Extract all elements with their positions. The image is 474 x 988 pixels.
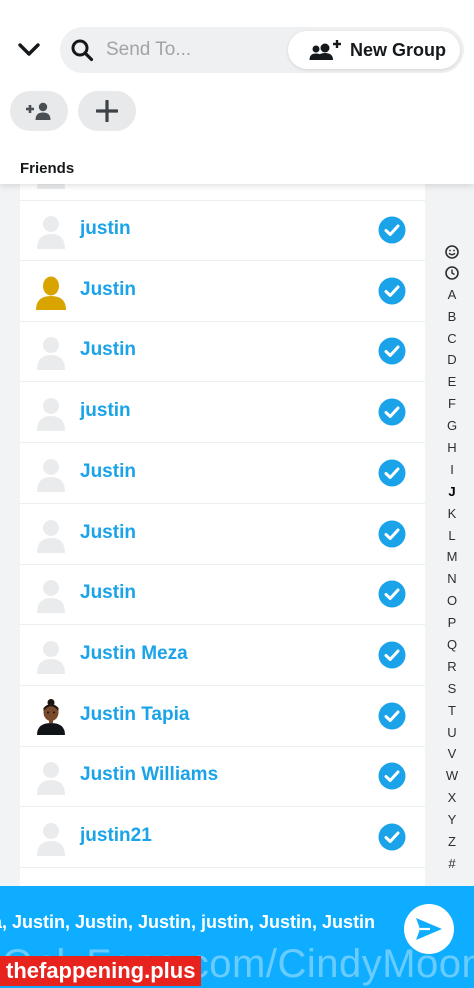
header: New Group Friends <box>0 0 474 184</box>
checkmark-icon[interactable] <box>378 823 406 851</box>
search-input[interactable] <box>106 36 286 64</box>
friend-row[interactable]: justin21 <box>20 807 425 868</box>
checkmark-icon[interactable] <box>378 580 406 608</box>
index-letter[interactable]: G <box>440 415 464 437</box>
index-letter[interactable]: I <box>440 459 464 481</box>
friend-row[interactable]: Justin Meza <box>20 625 425 686</box>
index-letter[interactable]: R <box>440 656 464 678</box>
friend-name: Justin <box>80 279 136 300</box>
friend-row[interactable]: justin <box>20 200 425 261</box>
default-avatar-icon <box>37 520 65 553</box>
default-avatar-icon <box>37 216 65 249</box>
index-letter-active[interactable]: J <box>440 481 464 503</box>
selected-recipients-text: a, Justin, Justin, Justin, justin, Justi… <box>0 912 376 932</box>
checkmark-icon[interactable] <box>378 216 406 244</box>
new-group-label: New Group <box>350 39 447 60</box>
friend-name: Justin <box>80 522 136 543</box>
gold-silhouette-avatar-icon <box>36 276 66 310</box>
friend-row[interactable]: Justin <box>20 564 425 625</box>
default-avatar-icon <box>37 337 65 370</box>
send-arrow-icon <box>416 918 442 940</box>
friend-name: Justin <box>80 461 136 482</box>
friend-name: justin21 <box>80 825 152 846</box>
index-letter[interactable]: Y <box>440 809 464 831</box>
index-letter[interactable]: Z <box>440 831 464 853</box>
checkmark-icon[interactable] <box>378 277 406 305</box>
checkmark-icon[interactable] <box>378 702 406 730</box>
friend-row[interactable]: Justin <box>20 321 425 382</box>
default-avatar-icon <box>37 459 65 492</box>
default-avatar-icon <box>37 762 65 795</box>
checkmark-icon[interactable] <box>378 459 406 487</box>
alphabet-index[interactable]: A B C D E F G H I J K L M N O P Q R S T … <box>440 240 464 875</box>
watermark-badge: thefappening.plus <box>0 956 202 986</box>
default-avatar-icon <box>37 398 65 431</box>
friend-name: Justin <box>80 582 136 603</box>
friend-name: Justin <box>80 339 136 360</box>
index-letter[interactable]: M <box>440 546 464 568</box>
index-letter[interactable]: V <box>440 743 464 765</box>
friend-name: Justin Meza <box>80 643 188 664</box>
index-letter[interactable]: # <box>440 853 464 875</box>
add-friend-button[interactable] <box>10 91 68 131</box>
index-letter[interactable]: C <box>440 328 464 350</box>
index-letter[interactable]: L <box>440 525 464 547</box>
selected-recipients: a, Justin, Justin, Justin, justin, Justi… <box>0 912 400 933</box>
index-letter[interactable]: F <box>440 393 464 415</box>
clock-icon[interactable] <box>440 262 464 284</box>
search-bar[interactable]: New Group <box>60 27 464 73</box>
friend-row[interactable]: justin <box>20 382 425 443</box>
friend-name: Justin Tapia <box>80 704 190 725</box>
bitmoji-avatar-icon <box>37 699 65 735</box>
back-chevron-button[interactable] <box>12 34 46 66</box>
index-letter[interactable]: A <box>440 284 464 306</box>
checkmark-icon[interactable] <box>378 762 406 790</box>
friends-section-label: Friends <box>20 160 75 177</box>
friend-name: Justin Williams <box>80 764 219 785</box>
index-letter[interactable]: W <box>440 765 464 787</box>
index-letter[interactable]: Q <box>440 634 464 656</box>
index-letter[interactable]: K <box>440 503 464 525</box>
friend-row[interactable]: Justin Williams <box>20 746 425 807</box>
friend-row-partial[interactable] <box>20 184 425 201</box>
index-letter[interactable]: U <box>440 722 464 744</box>
add-button[interactable] <box>78 91 136 131</box>
chevron-down-icon <box>18 43 40 56</box>
default-avatar-icon <box>37 823 65 856</box>
add-friend-icon <box>26 102 51 120</box>
default-avatar-icon <box>37 641 65 674</box>
default-avatar-icon <box>37 184 65 189</box>
index-letter[interactable]: O <box>440 590 464 612</box>
index-letter[interactable]: T <box>440 700 464 722</box>
new-group-button[interactable]: New Group <box>288 31 460 69</box>
checkmark-icon[interactable] <box>378 337 406 365</box>
friend-row[interactable]: Justin Tapia <box>20 686 425 747</box>
checkmark-icon[interactable] <box>378 398 406 426</box>
add-group-icon <box>309 40 341 60</box>
index-letter[interactable]: P <box>440 612 464 634</box>
index-letter[interactable]: N <box>440 568 464 590</box>
friend-row[interactable]: Justin <box>20 261 425 322</box>
friend-name: justin <box>80 218 131 239</box>
index-letter[interactable]: H <box>440 437 464 459</box>
friend-row[interactable]: Justin <box>20 504 425 565</box>
index-letter[interactable]: X <box>440 787 464 809</box>
search-icon <box>71 39 94 62</box>
index-letter[interactable]: B <box>440 306 464 328</box>
plus-icon <box>96 100 118 122</box>
index-letter[interactable]: D <box>440 349 464 371</box>
checkmark-icon[interactable] <box>378 520 406 548</box>
smiley-icon[interactable] <box>440 240 464 262</box>
friend-row[interactable]: Justin <box>20 443 425 504</box>
index-letter[interactable]: S <box>440 678 464 700</box>
index-letter[interactable]: E <box>440 371 464 393</box>
friends-list[interactable]: justin Justin Justin justin Justin Justi… <box>20 184 425 886</box>
default-avatar-icon <box>37 580 65 613</box>
friend-name: justin <box>80 400 131 421</box>
checkmark-icon[interactable] <box>378 641 406 669</box>
